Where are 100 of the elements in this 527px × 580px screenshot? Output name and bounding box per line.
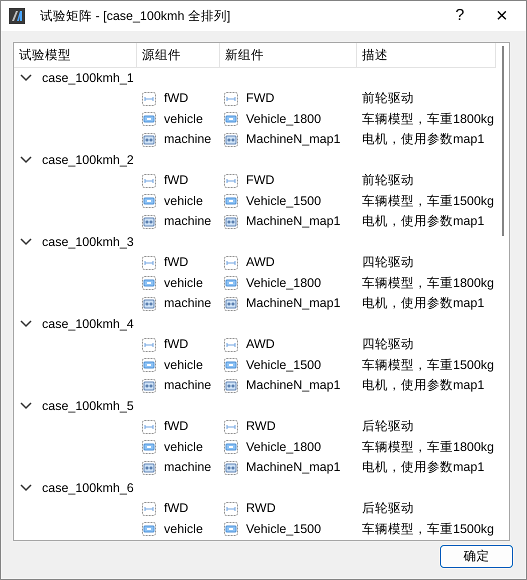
axle-icon <box>223 172 239 189</box>
app-logo-icon <box>9 8 25 24</box>
vehicle-icon <box>223 275 239 292</box>
component-name: Vehicle_1500 <box>246 520 322 538</box>
component-name: RWD <box>246 418 276 436</box>
tree-item[interactable]: case_100kmh_6 <box>42 478 134 498</box>
vehicle-icon <box>223 111 239 128</box>
vehicle-icon <box>223 357 239 374</box>
component-name: MachineN_map1 <box>246 459 340 476</box>
motor-icon <box>223 296 239 312</box>
column-header[interactable]: 源组件 <box>137 43 220 68</box>
description-text: 车辆模型，车重1800kg <box>362 438 496 456</box>
motor-icon <box>141 214 157 230</box>
axle-icon <box>141 418 157 435</box>
description-text: 后轮驱动 <box>362 418 415 436</box>
vehicle-icon <box>141 439 157 456</box>
motor-icon <box>141 132 157 148</box>
description-text: 电机，使用参数map1 <box>362 377 486 394</box>
axle-icon <box>141 172 157 189</box>
component-name: fWD <box>164 90 188 108</box>
motor-icon <box>223 132 239 148</box>
description-text: 电机，使用参数map1 <box>362 295 486 312</box>
component-name: fWD <box>164 336 188 354</box>
motor-icon <box>141 296 157 312</box>
component-name: machine <box>164 131 212 148</box>
component-name: MachineN_map1 <box>246 377 340 394</box>
tree-item[interactable]: case_100kmh_3 <box>42 232 134 252</box>
axle-icon <box>223 336 239 353</box>
component-name: MachineN_map1 <box>246 213 340 230</box>
vehicle-icon <box>141 193 157 210</box>
axle-icon <box>141 90 157 107</box>
component-name: Vehicle_1500 <box>246 356 322 374</box>
vehicle-icon <box>141 521 157 538</box>
chevron-icon[interactable] <box>20 156 32 164</box>
axle-icon <box>141 336 157 353</box>
component-name: Vehicle_1800 <box>246 274 322 292</box>
component-name: FWD <box>246 172 274 190</box>
column-header[interactable]: 新组件 <box>220 43 357 68</box>
description-text: 车辆模型，车重1800kg <box>362 274 496 292</box>
help-button[interactable]: ? <box>438 4 481 28</box>
motor-icon <box>223 378 239 394</box>
component-name: Vehicle_1500 <box>246 192 322 210</box>
chevron-icon[interactable] <box>20 320 32 328</box>
component-name: fWD <box>164 500 188 518</box>
component-name: AWD <box>246 336 275 354</box>
component-name: fWD <box>164 418 188 436</box>
component-name: MachineN_map1 <box>246 295 340 312</box>
component-name: AWD <box>246 254 275 272</box>
motor-icon <box>141 378 157 394</box>
chevron-icon[interactable] <box>20 484 32 492</box>
component-name: MachineN_map1 <box>246 131 340 148</box>
description-text: 车辆模型，车重1800kg <box>362 110 496 128</box>
component-name: Vehicle_1800 <box>246 438 322 456</box>
component-name: RWD <box>246 500 276 518</box>
description-text: 前轮驱动 <box>362 90 415 108</box>
description-text: 车辆模型，车重1500kg <box>362 520 496 538</box>
tree-item[interactable]: case_100kmh_2 <box>42 150 134 170</box>
component-name: FWD <box>246 90 274 108</box>
vehicle-icon <box>223 193 239 210</box>
description-text: 电机，使用参数map1 <box>362 131 486 148</box>
component-name: vehicle <box>164 110 203 128</box>
description-text: 车辆模型，车重1500kg <box>362 192 496 210</box>
component-name: machine <box>164 459 212 476</box>
component-name: vehicle <box>164 438 203 456</box>
tree-item[interactable]: case_100kmh_5 <box>42 396 134 416</box>
component-name: Vehicle_1800 <box>246 110 322 128</box>
vehicle-icon <box>223 439 239 456</box>
motor-icon <box>223 214 239 230</box>
tree-item[interactable]: case_100kmh_4 <box>42 314 134 334</box>
description-text: 四轮驱动 <box>362 336 415 354</box>
chevron-icon[interactable] <box>20 74 32 82</box>
column-header[interactable]: 试验模型 <box>14 43 137 68</box>
close-button[interactable]: × <box>480 1 523 31</box>
chevron-icon[interactable] <box>20 238 32 246</box>
component-name: vehicle <box>164 356 203 374</box>
description-text: 车辆模型，车重1500kg <box>362 356 496 374</box>
description-text: 四轮驱动 <box>362 254 415 272</box>
vehicle-icon <box>141 357 157 374</box>
description-text: 电机，使用参数map1 <box>362 213 486 230</box>
axle-icon <box>223 90 239 107</box>
ok-button[interactable]: 确定 <box>440 545 513 568</box>
motor-icon <box>141 460 157 476</box>
component-name: machine <box>164 295 212 312</box>
component-name: vehicle <box>164 520 203 538</box>
vehicle-icon <box>141 111 157 128</box>
axle-icon <box>223 500 239 517</box>
component-name: fWD <box>164 254 188 272</box>
axle-icon <box>141 254 157 271</box>
vehicle-icon <box>141 275 157 292</box>
component-name: machine <box>164 377 212 394</box>
scrollbar-thumb[interactable] <box>502 46 504 236</box>
component-name: machine <box>164 213 212 230</box>
component-name: fWD <box>164 172 188 190</box>
tree-item[interactable]: case_100kmh_1 <box>42 68 134 88</box>
chevron-icon[interactable] <box>20 402 32 410</box>
component-name: vehicle <box>164 192 203 210</box>
description-text: 电机，使用参数map1 <box>362 459 486 476</box>
component-name: vehicle <box>164 274 203 292</box>
window-title: 试验矩阵 - [case_100kmh 全排列] <box>40 8 232 25</box>
axle-icon <box>223 418 239 435</box>
